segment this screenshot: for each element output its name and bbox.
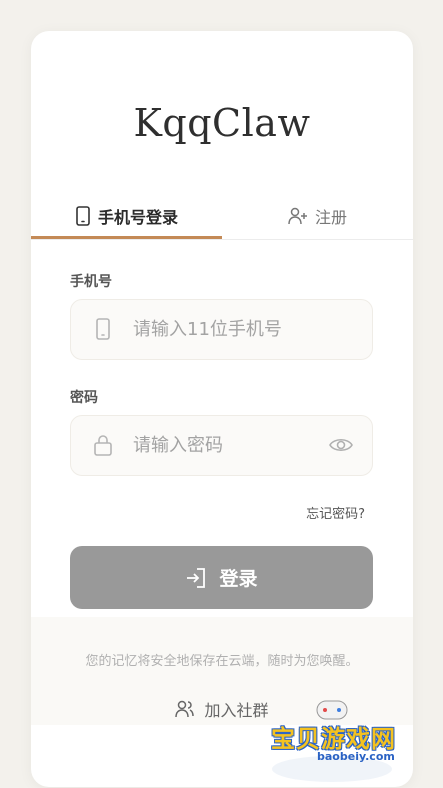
site-watermark: 宝贝游戏网 baobeiy.com bbox=[267, 697, 417, 782]
tab-register[interactable]: 注册 bbox=[222, 193, 413, 239]
active-tab-indicator bbox=[31, 236, 222, 239]
auth-tabs: 手机号登录 注册 bbox=[31, 193, 413, 240]
login-icon bbox=[187, 567, 206, 588]
app-title: KqqClaw bbox=[133, 101, 311, 145]
phone-icon bbox=[76, 206, 90, 226]
password-label: 密码 bbox=[70, 390, 98, 406]
phone-icon bbox=[96, 318, 110, 340]
eye-icon[interactable] bbox=[328, 434, 354, 456]
watermark-url: baobeiy.com bbox=[317, 750, 395, 763]
phone-field[interactable] bbox=[70, 299, 373, 360]
tab-register-label: 注册 bbox=[314, 208, 347, 227]
add-user-icon bbox=[288, 207, 307, 225]
tab-phone-login-label: 手机号登录 bbox=[97, 208, 178, 227]
join-community-label: 加入社群 bbox=[204, 701, 269, 720]
password-input[interactable] bbox=[131, 416, 315, 475]
tab-phone-login[interactable]: 手机号登录 bbox=[31, 193, 222, 239]
password-field[interactable] bbox=[70, 415, 373, 476]
phone-input[interactable] bbox=[131, 300, 315, 359]
login-button-label: 登录 bbox=[219, 568, 258, 590]
login-button[interactable]: 登录 bbox=[70, 546, 373, 609]
watermark-text: 宝贝游戏网 bbox=[271, 725, 396, 753]
forgot-password-link[interactable]: 忘记密码? bbox=[306, 503, 365, 522]
login-card: KqqClaw 手机号登录 注册 手机号 请输入11位手机号 密码 忘记密码? … bbox=[31, 31, 413, 787]
group-icon bbox=[175, 700, 195, 718]
footer-note: 您的记忆将安全地保存在云端，随时为您唤醒。 bbox=[85, 654, 359, 669]
lock-icon bbox=[94, 435, 112, 456]
phone-label: 手机号 bbox=[70, 274, 112, 290]
